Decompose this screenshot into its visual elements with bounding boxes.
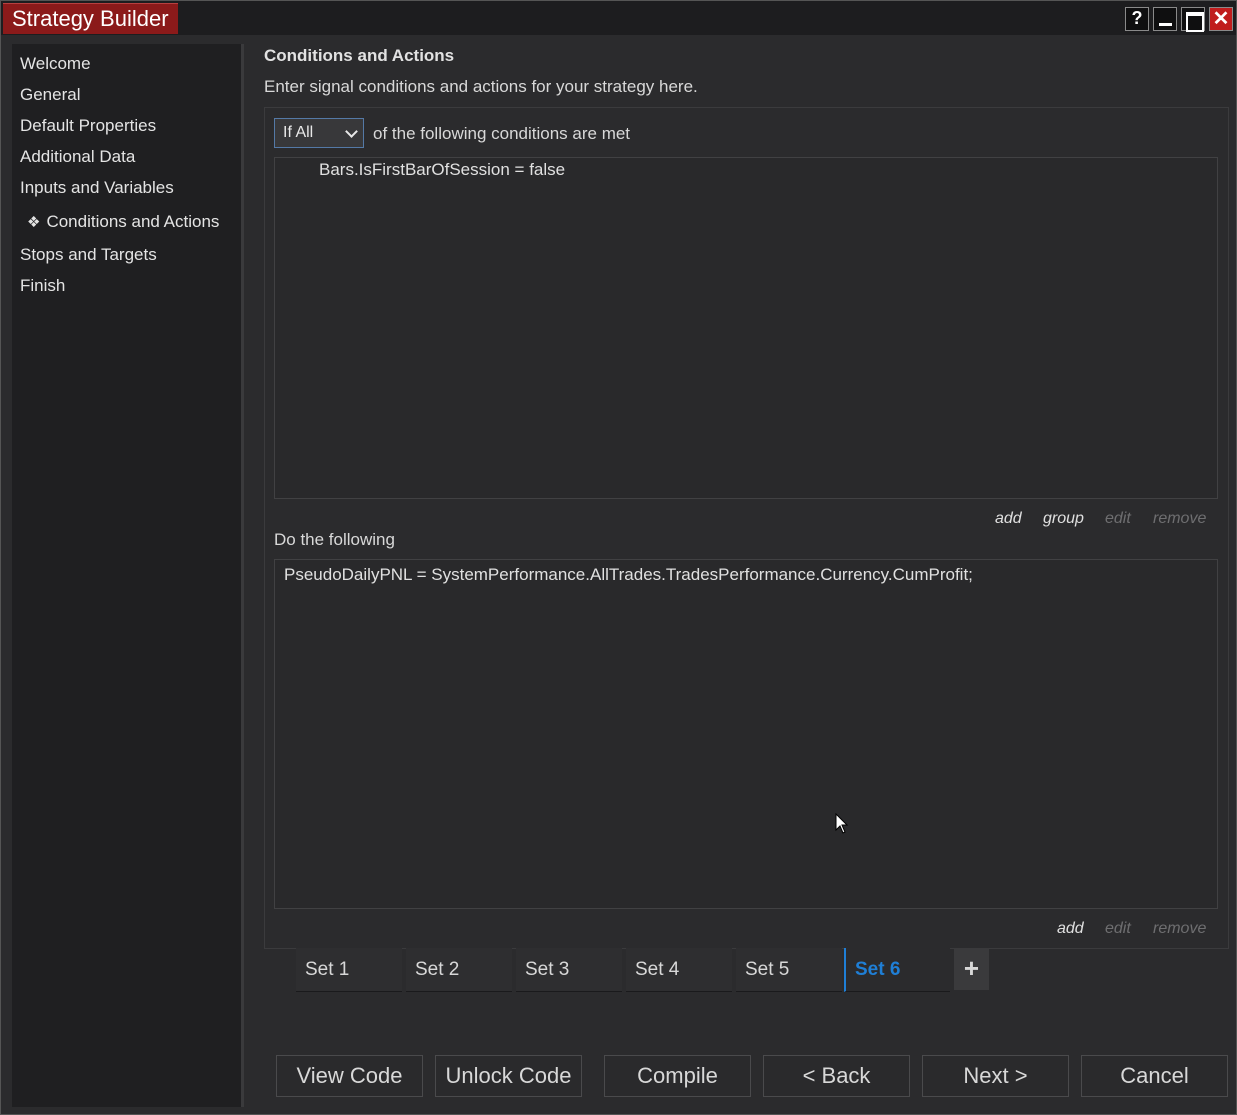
condition-row[interactable]: Bars.IsFirstBarOfSession = false — [319, 160, 565, 180]
view-code-button[interactable]: View Code — [276, 1055, 423, 1097]
chevron-down-icon — [345, 125, 358, 138]
tab-set-1[interactable]: Set 1 — [296, 948, 402, 992]
maximize-button[interactable] — [1181, 7, 1205, 32]
sidebar-item-label: Conditions and Actions — [46, 212, 220, 231]
tab-set-5[interactable]: Set 5 — [736, 948, 842, 992]
sidebar-item-conditions-and-actions[interactable]: ❖ Conditions and Actions — [27, 212, 219, 232]
sidebar-item-general[interactable]: General — [20, 85, 80, 105]
add-condition-link[interactable]: add — [995, 510, 1022, 528]
mouse-cursor-icon — [835, 813, 849, 834]
remove-action-link[interactable]: remove — [1153, 920, 1206, 938]
condition-mode-select[interactable]: If All — [274, 118, 364, 148]
window-title: Strategy Builder — [3, 3, 178, 34]
tab-set-3[interactable]: Set 3 — [516, 948, 622, 992]
tab-set-2[interactable]: Set 2 — [406, 948, 512, 992]
tab-set-6[interactable]: Set 6 — [844, 948, 950, 992]
edit-condition-link[interactable]: edit — [1105, 510, 1131, 528]
sidebar-item-finish[interactable]: Finish — [20, 276, 65, 296]
back-button[interactable]: < Back — [763, 1055, 910, 1097]
add-set-button[interactable]: + — [954, 948, 989, 990]
close-button[interactable]: ✕ — [1209, 7, 1233, 31]
cancel-button[interactable]: Cancel — [1081, 1055, 1228, 1097]
actions-list[interactable]: PseudoDailyPNL = SystemPerformance.AllTr… — [274, 559, 1218, 909]
conditions-list[interactable]: Bars.IsFirstBarOfSession = false — [274, 157, 1218, 499]
next-button[interactable]: Next > — [922, 1055, 1069, 1097]
page-title: Conditions and Actions — [264, 46, 455, 65]
active-marker-icon: ❖ — [27, 214, 41, 231]
actions-label: Do the following — [274, 530, 395, 549]
sidebar-item-stops-and-targets[interactable]: Stops and Targets — [20, 245, 157, 265]
strategy-builder-window: Strategy Builder ? ✕ Welcome General Def… — [0, 0, 1237, 1115]
action-row[interactable]: PseudoDailyPNL = SystemPerformance.AllTr… — [284, 565, 973, 585]
compile-button[interactable]: Compile — [604, 1055, 751, 1097]
select-value: If All — [283, 124, 314, 141]
tab-set-4[interactable]: Set 4 — [626, 948, 732, 992]
sidebar-item-welcome[interactable]: Welcome — [20, 54, 91, 74]
unlock-code-button[interactable]: Unlock Code — [435, 1055, 582, 1097]
page-subtitle: Enter signal conditions and actions for … — [264, 77, 698, 96]
edit-action-link[interactable]: edit — [1105, 920, 1131, 938]
title-bar: Strategy Builder ? ✕ — [1, 1, 1236, 35]
sidebar-item-inputs-and-variables[interactable]: Inputs and Variables — [20, 178, 174, 198]
wizard-sidebar: Welcome General Default Properties Addit… — [12, 44, 244, 1107]
help-button[interactable]: ? — [1125, 7, 1149, 31]
group-condition-link[interactable]: group — [1043, 510, 1084, 528]
sidebar-item-default-properties[interactable]: Default Properties — [20, 116, 156, 136]
add-action-link[interactable]: add — [1057, 920, 1084, 938]
remove-condition-link[interactable]: remove — [1153, 510, 1206, 528]
minimize-button[interactable] — [1153, 7, 1177, 31]
sidebar-item-additional-data[interactable]: Additional Data — [20, 147, 135, 167]
condition-mode-suffix: of the following conditions are met — [373, 124, 631, 143]
